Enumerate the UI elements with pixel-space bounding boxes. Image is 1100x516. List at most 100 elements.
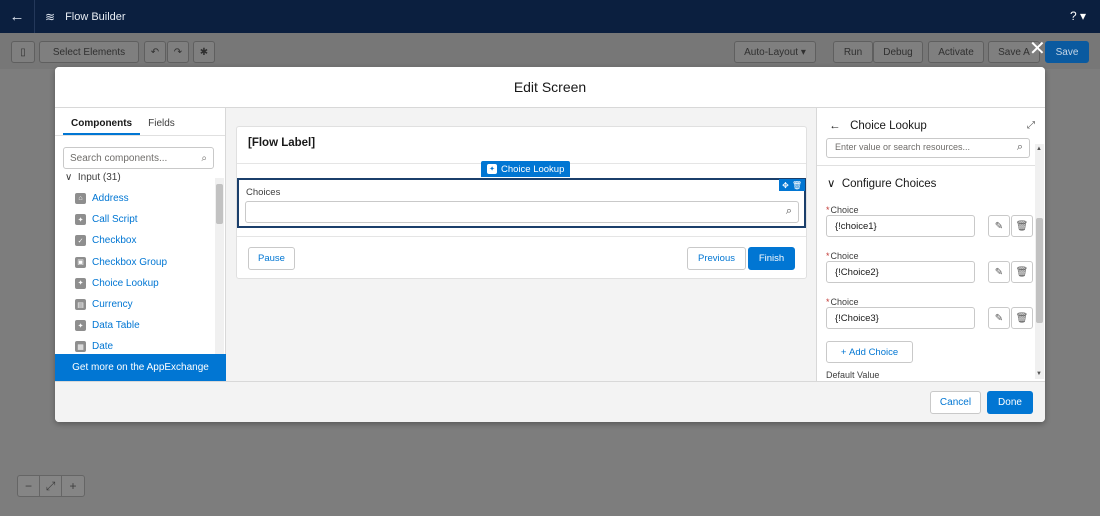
plus-icon: + xyxy=(840,346,847,358)
data-table-icon: ✦ xyxy=(75,320,86,332)
appexchange-link[interactable]: Get more on the AppExchange xyxy=(55,354,226,381)
modal-title: Edit Screen xyxy=(513,79,587,95)
call-script-icon: ✦ xyxy=(75,214,86,226)
choices-input[interactable]: ⌕ xyxy=(245,201,799,223)
chevron-down-icon: ∨ xyxy=(65,172,73,183)
properties-title: Choice Lookup xyxy=(850,120,927,132)
component-item[interactable]: ▣ Checkbox Group xyxy=(75,252,215,273)
finish-label: Finish xyxy=(758,253,785,264)
zoom-in-icon[interactable]: + xyxy=(62,476,84,496)
component-list: ⌂ Address ✦ Call Script ✓ Checkbox ▣ Checkbo… xyxy=(75,188,215,358)
checkbox-icon: ✓ xyxy=(75,235,86,247)
close-icon[interactable]: ✕ xyxy=(1029,39,1046,59)
edit-pencil-icon[interactable]: ✎ xyxy=(988,215,1010,237)
required-marker: * xyxy=(826,205,830,215)
delete-trash-icon[interactable]: 🗑 xyxy=(1011,261,1033,283)
selected-component[interactable]: ✥ 🗑 Choices ⌕ xyxy=(237,178,806,228)
pause-label: Pause xyxy=(258,253,285,264)
add-choice-button[interactable]: + Add Choice xyxy=(826,341,913,363)
section-title: Configure Choices xyxy=(841,178,937,190)
previous-button[interactable]: Previous xyxy=(687,247,746,270)
address-icon: ⌂ xyxy=(75,193,86,205)
back-arrow-icon[interactable]: ← xyxy=(829,120,841,132)
component-item[interactable]: ✓ Checkbox xyxy=(75,230,215,251)
edit-screen-modal: Edit Screen Components Fields Search com… xyxy=(55,67,1045,422)
choice-input[interactable]: {!Choice3} xyxy=(826,307,975,329)
choice-label: *Choice xyxy=(826,251,1036,261)
choice-label-text: Choice xyxy=(830,205,859,215)
delete-trash-icon[interactable]: 🗑 xyxy=(1011,215,1033,237)
cancel-button[interactable]: Cancel xyxy=(930,391,981,414)
component-item[interactable]: ⌂ Address xyxy=(75,188,215,209)
component-item[interactable]: ✦ Data Table xyxy=(75,315,215,336)
layout-label: Auto-Layout xyxy=(744,46,799,58)
tab-fields[interactable]: Fields xyxy=(140,108,183,135)
delete-icon[interactable]: 🗑 xyxy=(792,181,802,190)
redo-button[interactable]: ↷ xyxy=(167,41,189,63)
properties-panel: ← Choice Lookup ⤢ Enter value or search … xyxy=(816,108,1045,381)
choice-row: *Choice {!Choice2} ✎ 🗑 xyxy=(826,251,1036,283)
choice-label-text: Choice xyxy=(830,297,859,307)
settings-gear-icon[interactable]: ✱ xyxy=(193,41,215,63)
zoom-out-icon[interactable]: − xyxy=(18,476,40,496)
component-actions: ✥ 🗑 xyxy=(779,179,805,191)
date-icon: ▦ xyxy=(75,341,86,353)
choice-label: *Choice xyxy=(826,297,1036,307)
component-label: Call Script xyxy=(92,214,138,226)
chevron-down-icon: ∨ xyxy=(827,178,836,190)
fit-view-icon[interactable]: ⤢ xyxy=(40,476,62,496)
component-label: Address xyxy=(92,193,129,205)
component-item[interactable]: ✦ Choice Lookup xyxy=(75,273,215,294)
move-icon[interactable]: ✥ xyxy=(782,181,789,190)
component-search-input[interactable]: Search components... ⌕ xyxy=(63,147,214,169)
help-menu-icon[interactable]: ? ▾ xyxy=(1070,9,1086,23)
edit-pencil-icon[interactable]: ✎ xyxy=(988,261,1010,283)
choice-label-text: Choice xyxy=(830,251,859,261)
activate-button[interactable]: Activate xyxy=(928,41,984,63)
done-label: Done xyxy=(998,397,1022,408)
delete-trash-icon[interactable]: 🗑 xyxy=(1011,307,1033,329)
input-group-toggle[interactable]: ∨ Input (31) xyxy=(65,172,121,183)
finish-button[interactable]: Finish xyxy=(748,247,795,270)
scrollbar-thumb[interactable] xyxy=(216,184,223,224)
search-icon: ⌕ xyxy=(201,152,207,164)
save-button[interactable]: Save xyxy=(1045,41,1089,63)
resource-search-input[interactable]: Enter value or search resources... ⌕ xyxy=(826,138,1030,158)
required-marker: * xyxy=(826,251,830,261)
edit-pencil-icon[interactable]: ✎ xyxy=(988,307,1010,329)
zoom-controls: − ⤢ + xyxy=(17,475,85,497)
toggle-panel-button[interactable]: ▯ xyxy=(11,41,35,63)
components-panel: Components Fields Search components... ⌕… xyxy=(55,108,226,381)
component-label: Choice Lookup xyxy=(92,277,159,289)
done-button[interactable]: Done xyxy=(987,391,1033,414)
undo-button[interactable]: ↶ xyxy=(144,41,166,63)
component-type-tag: ✦ Choice Lookup xyxy=(481,161,571,177)
expand-icon[interactable]: ⤢ xyxy=(1027,120,1035,131)
choice-row: *Choice {!choice1} ✎ 🗑 xyxy=(826,205,1036,237)
properties-scrollbar[interactable]: ▲ ▼ xyxy=(1035,144,1044,379)
component-label: Currency xyxy=(92,299,133,311)
configure-choices-toggle[interactable]: ∨ Configure Choices xyxy=(827,176,936,190)
run-button[interactable]: Run xyxy=(833,41,873,63)
component-search-placeholder: Search components... xyxy=(70,152,168,164)
component-label: Date xyxy=(92,341,114,353)
choice-input[interactable]: {!Choice2} xyxy=(826,261,975,283)
back-arrow-icon[interactable]: ← xyxy=(0,8,34,25)
properties-header: ← Choice Lookup xyxy=(829,120,927,132)
choice-input[interactable]: {!choice1} xyxy=(826,215,975,237)
select-elements-button[interactable]: Select Elements xyxy=(39,41,139,63)
scroll-down-icon[interactable]: ▼ xyxy=(1036,371,1042,377)
modal-footer xyxy=(55,381,1045,422)
debug-label: Debug xyxy=(883,46,913,58)
component-list-scrollbar[interactable] xyxy=(215,178,224,354)
layout-dropdown[interactable]: Auto-Layout ▾ xyxy=(734,41,816,63)
checkbox-group-icon: ▣ xyxy=(75,256,86,268)
tab-components[interactable]: Components xyxy=(63,108,141,135)
debug-button[interactable]: Debug xyxy=(873,41,923,63)
scroll-up-icon[interactable]: ▲ xyxy=(1036,146,1042,152)
component-item[interactable]: ✦ Call Script xyxy=(75,209,215,230)
scrollbar-thumb[interactable] xyxy=(1036,218,1043,323)
select-elements-label: Select Elements xyxy=(52,46,126,58)
pause-button[interactable]: Pause xyxy=(248,247,295,270)
component-item[interactable]: ▤ Currency xyxy=(75,294,215,315)
